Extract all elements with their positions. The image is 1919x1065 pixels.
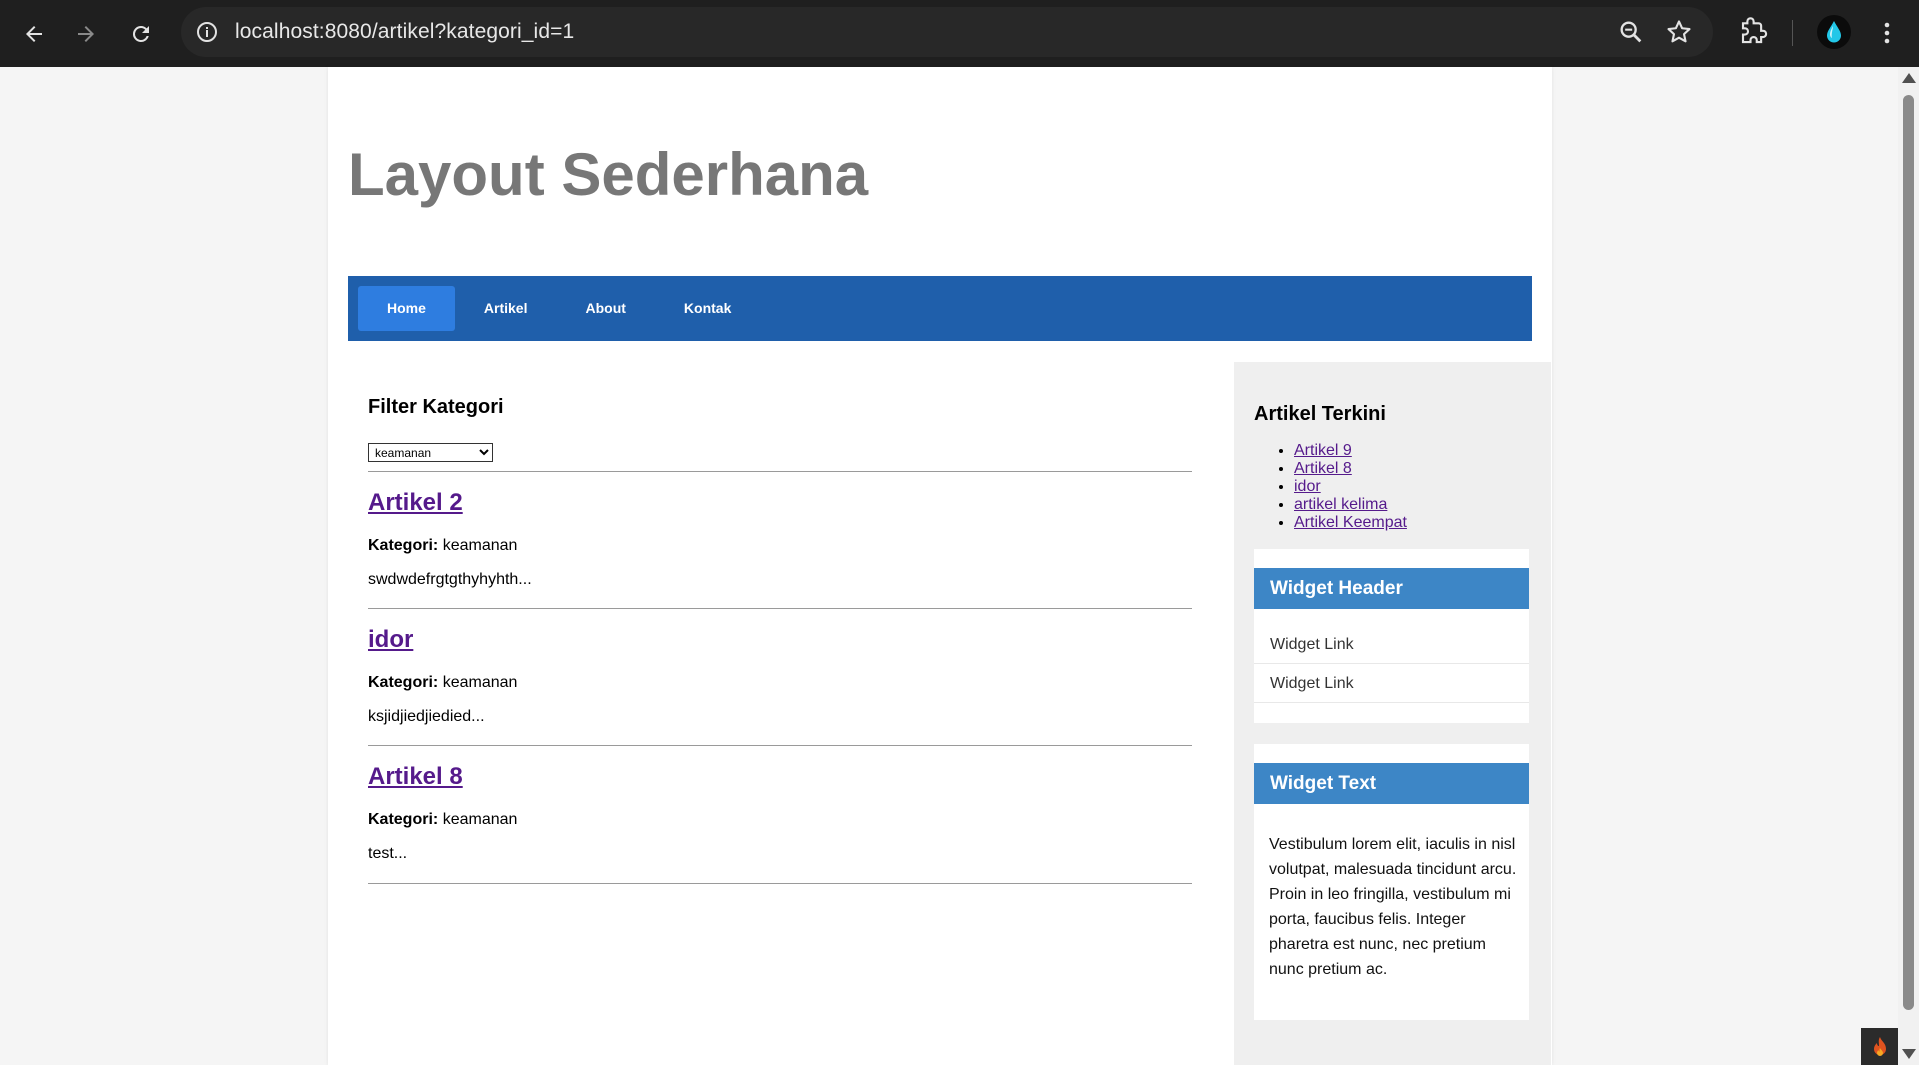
page-scrollbar[interactable] bbox=[1898, 67, 1919, 1065]
list-item: Artikel 9 bbox=[1294, 442, 1407, 460]
list-item: idor bbox=[1294, 478, 1407, 496]
article-title-link[interactable]: Artikel 2 bbox=[368, 489, 463, 517]
list-item: Artikel Keempat bbox=[1294, 514, 1407, 532]
category-label: Kategori: bbox=[368, 537, 439, 554]
recent-article-link[interactable]: artikel kelima bbox=[1294, 496, 1387, 513]
widget-header: Widget Header bbox=[1254, 568, 1529, 609]
reload-icon bbox=[132, 25, 149, 42]
list-item: Artikel 8 bbox=[1294, 460, 1407, 478]
scroll-up-arrow-icon[interactable] bbox=[1902, 73, 1916, 83]
back-arrow-icon bbox=[26, 26, 42, 42]
site-info-icon[interactable] bbox=[195, 20, 219, 44]
widget-text: Widget Text Vestibulum lorem elit, iacul… bbox=[1254, 744, 1529, 1020]
nav-kontak[interactable]: Kontak bbox=[655, 286, 760, 331]
kebab-menu-icon[interactable] bbox=[1874, 18, 1900, 48]
extensions-icon[interactable] bbox=[1738, 17, 1768, 47]
article-category: Kategori: keamanan bbox=[368, 674, 517, 692]
divider bbox=[368, 745, 1192, 746]
category-filter-select[interactable]: keamanan bbox=[368, 443, 493, 462]
list-item: artikel kelima bbox=[1294, 496, 1407, 514]
category-value: keamanan bbox=[442, 674, 518, 691]
article-excerpt: ksjidjiedjiedied... bbox=[368, 708, 485, 725]
recent-articles-title: Artikel Terkini bbox=[1254, 403, 1386, 425]
site-title: Layout Sederhana bbox=[348, 141, 869, 208]
article-category: Kategori: keamanan bbox=[368, 537, 517, 555]
toolbar-divider bbox=[1792, 20, 1793, 46]
category-label: Kategori: bbox=[368, 674, 439, 691]
category-value: keamanan bbox=[442, 537, 518, 554]
forward-button[interactable] bbox=[66, 14, 106, 54]
article-title-link[interactable]: idor bbox=[368, 626, 413, 654]
article-excerpt: test... bbox=[368, 845, 408, 862]
back-button[interactable] bbox=[14, 14, 54, 54]
zoom-icon[interactable] bbox=[1617, 18, 1645, 46]
sidebar: Artikel Terkini Artikel 9 Artikel 8 idor… bbox=[1234, 362, 1551, 1065]
widget-link[interactable]: Widget Link bbox=[1254, 625, 1529, 664]
recent-article-link[interactable]: Artikel Keempat bbox=[1294, 514, 1407, 531]
filter-title: Filter Kategori bbox=[368, 396, 504, 418]
bookmark-star-icon[interactable] bbox=[1665, 18, 1693, 46]
flame-icon bbox=[1873, 1036, 1886, 1056]
widget-links: Widget Header Widget Link Widget Link bbox=[1254, 549, 1529, 723]
divider bbox=[368, 471, 1192, 472]
divider bbox=[368, 883, 1192, 884]
nav-home[interactable]: Home bbox=[358, 286, 455, 331]
widget-link[interactable]: Widget Link bbox=[1254, 664, 1529, 703]
profile-drop-icon bbox=[1827, 21, 1841, 43]
article-title-link[interactable]: Artikel 8 bbox=[368, 763, 463, 791]
article-category: Kategori: keamanan bbox=[368, 811, 517, 829]
page-container: Layout Sederhana Home Artikel About Kont… bbox=[328, 67, 1552, 1065]
recent-article-link[interactable]: idor bbox=[1294, 478, 1321, 495]
recent-articles-list: Artikel 9 Artikel 8 idor artikel kelima … bbox=[1254, 442, 1407, 532]
divider bbox=[368, 608, 1192, 609]
category-label: Kategori: bbox=[368, 811, 439, 828]
recent-article-link[interactable]: Artikel 9 bbox=[1294, 442, 1352, 459]
flame-extension-badge[interactable] bbox=[1861, 1028, 1898, 1065]
url-text[interactable]: localhost:8080/artikel?kategori_id=1 bbox=[235, 7, 574, 57]
profile-avatar[interactable] bbox=[1817, 15, 1851, 49]
scrollbar-thumb[interactable] bbox=[1903, 95, 1914, 1010]
forward-arrow-icon bbox=[78, 26, 94, 42]
browser-toolbar: localhost:8080/artikel?kategori_id=1 bbox=[0, 0, 1919, 67]
scroll-down-arrow-icon[interactable] bbox=[1902, 1049, 1916, 1059]
reload-button[interactable] bbox=[121, 14, 161, 54]
nav-about[interactable]: About bbox=[556, 286, 654, 331]
widget-text-body: Vestibulum lorem elit, iaculis in nisl v… bbox=[1269, 836, 1517, 978]
recent-article-link[interactable]: Artikel 8 bbox=[1294, 460, 1352, 477]
widget-header: Widget Text bbox=[1254, 763, 1529, 804]
address-bar[interactable]: localhost:8080/artikel?kategori_id=1 bbox=[181, 7, 1713, 57]
nav-artikel[interactable]: Artikel bbox=[455, 286, 557, 331]
article-excerpt: swdwdefrgtgthyhyhth... bbox=[368, 571, 532, 588]
main-navbar: Home Artikel About Kontak bbox=[348, 276, 1532, 341]
page-viewport: Layout Sederhana Home Artikel About Kont… bbox=[0, 67, 1898, 1065]
category-value: keamanan bbox=[442, 811, 518, 828]
